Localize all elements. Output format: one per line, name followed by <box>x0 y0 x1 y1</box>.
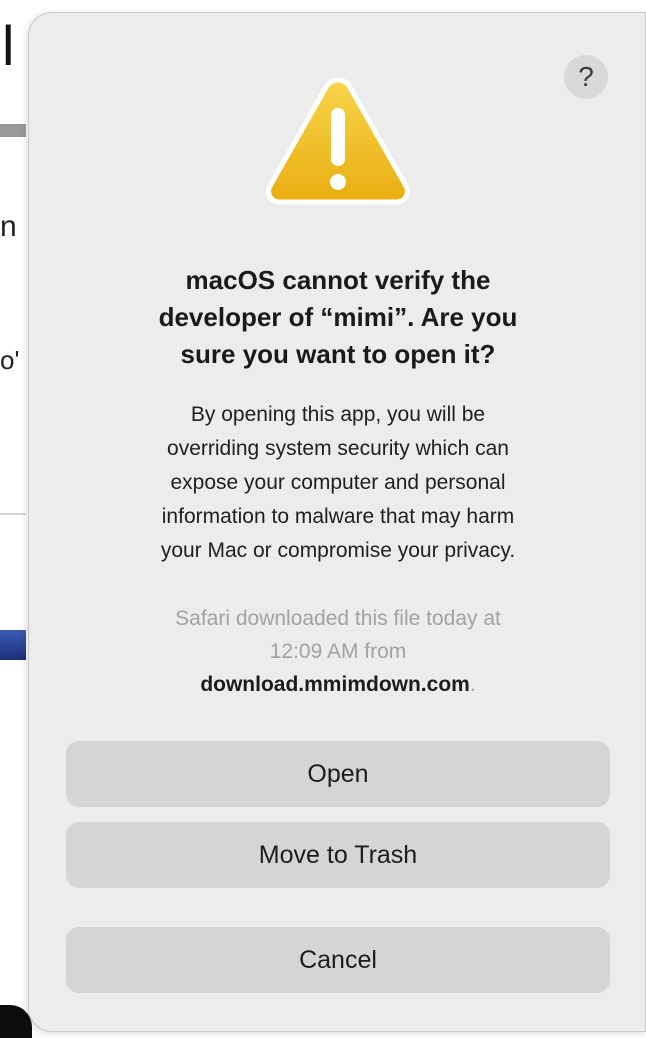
warning-triangle-icon <box>266 77 410 205</box>
background-banner-fragment <box>0 630 26 660</box>
background-text-fragment: n <box>0 210 17 243</box>
download-source-period: . <box>469 673 476 696</box>
download-source-domain-line: download.mmimdown.com. <box>200 673 475 696</box>
background-text-fragment: o' <box>0 345 20 375</box>
cancel-button[interactable]: Cancel <box>66 927 610 993</box>
dialog-body-text: By opening this app, you will be overrid… <box>160 403 516 562</box>
help-button[interactable]: ? <box>564 55 608 99</box>
background-scrollbar-fragment <box>0 124 26 137</box>
screen: l n o' ? macOS cannot verify the develop… <box>0 0 646 1038</box>
download-source-line1: Safari downloaded this file today at <box>175 607 501 630</box>
download-source-line2: 12:09 AM from <box>269 640 407 663</box>
background-divider <box>0 513 26 515</box>
move-to-trash-button[interactable]: Move to Trash <box>66 822 610 888</box>
download-source-note: Safari downloaded this file today at 12:… <box>60 602 616 701</box>
dialog-headline: macOS cannot verify the developer of “mi… <box>158 265 518 369</box>
background-window-title-fragment: l <box>2 14 15 77</box>
download-source-domain: download.mmimdown.com <box>200 673 470 696</box>
open-button[interactable]: Open <box>66 741 610 807</box>
